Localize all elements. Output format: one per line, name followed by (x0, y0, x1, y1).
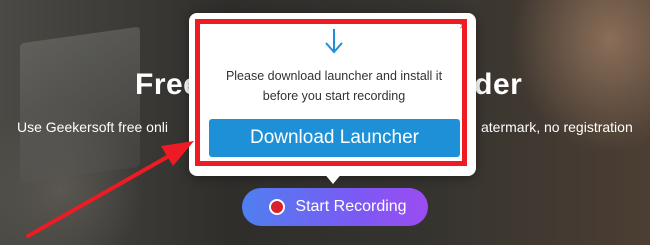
start-recording-label: Start Recording (295, 198, 407, 215)
subheading-left: Use Geekersoft free onli (17, 119, 168, 135)
popup-message: Please download launcher and install it … (205, 66, 463, 106)
popup-message-line1: Please download launcher and install it (225, 69, 443, 83)
record-dot-icon (269, 199, 286, 215)
download-launcher-button[interactable]: Download Launcher (209, 119, 460, 157)
popup-pointer (323, 172, 343, 184)
download-arrow-icon (325, 29, 343, 54)
close-icon[interactable]: × (459, 20, 469, 32)
subheading-right: atermark, no registration (481, 119, 633, 135)
popup-message-line2: before you start recording (262, 89, 406, 103)
background-laptop-shape (20, 26, 140, 184)
start-recording-button[interactable]: Start Recording (242, 188, 428, 226)
